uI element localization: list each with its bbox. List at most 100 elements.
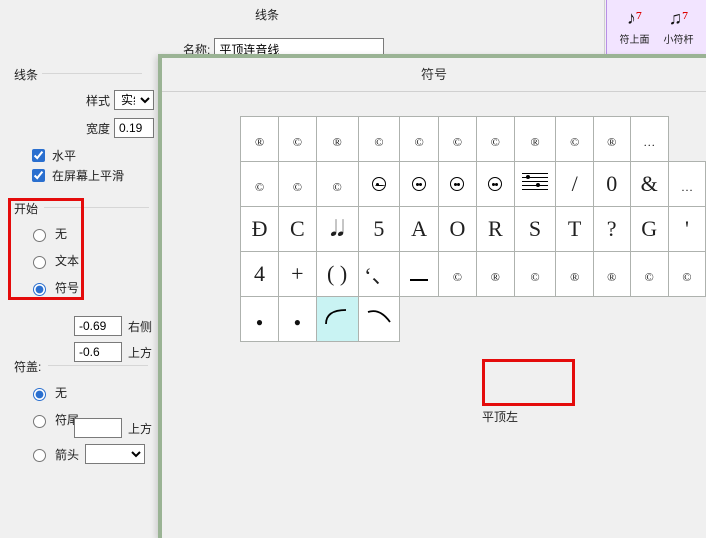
symbol-cell[interactable] <box>476 162 514 207</box>
cap-tail-radio[interactable]: 符尾 <box>28 411 79 428</box>
cap-arrow-input[interactable] <box>33 449 46 462</box>
cap-arrow-radio[interactable]: 箭头 <box>28 446 79 463</box>
cap-arrow-row: 箭头 <box>28 444 145 464</box>
smooth-checkbox[interactable]: 在屏幕上平滑 <box>28 166 124 185</box>
symbol-cell[interactable] <box>400 162 439 207</box>
style-select[interactable]: 实线 <box>114 90 154 110</box>
annotation-highlight <box>482 359 575 406</box>
symbol-cell[interactable] <box>316 297 358 342</box>
cap-group-title: 符盖: <box>14 360 41 374</box>
symbol-cell[interactable]: © <box>400 117 439 162</box>
symbol-cell[interactable]: ® <box>316 117 358 162</box>
symbol-cell <box>556 297 593 342</box>
symbol-cell[interactable]: / <box>556 162 593 207</box>
symbol-cell[interactable]: ( ) <box>316 252 358 297</box>
symbol-cell[interactable]: ● <box>241 297 279 342</box>
divider <box>44 207 149 208</box>
symbol-cell[interactable]: ® <box>514 117 556 162</box>
symbol-cell[interactable]: G <box>630 207 668 252</box>
cap-radios: 无 符尾 <box>28 378 79 438</box>
symbol-cell[interactable]: … <box>668 162 705 207</box>
symbol-cell[interactable]: ? <box>593 207 630 252</box>
toolbar-item-1[interactable]: ♪⁷ 符上面 <box>620 8 650 46</box>
cap-none-radio[interactable]: 无 <box>28 384 79 401</box>
symbol-cell[interactable]: © <box>241 162 279 207</box>
symbol-cell[interactable] <box>438 162 476 207</box>
symbol-cell[interactable]: C <box>279 207 317 252</box>
symbol-cell[interactable]: © <box>279 162 317 207</box>
symbol-cell[interactable]: ' <box>668 207 705 252</box>
symbol-cell[interactable]: Ð <box>241 207 279 252</box>
start-text-radio[interactable]: 文本 <box>28 252 79 269</box>
width-input[interactable] <box>114 118 154 138</box>
symbol-cell <box>668 297 705 342</box>
symbol-cell <box>630 297 668 342</box>
cap-tail-offset-row: 上方 <box>74 418 152 438</box>
symbol-cell[interactable]: © <box>556 117 593 162</box>
symbol-cell[interactable]: R <box>476 207 514 252</box>
offset-x-input[interactable] <box>74 316 122 336</box>
symbol-cell[interactable] <box>358 162 400 207</box>
symbol-cell[interactable]: © <box>476 117 514 162</box>
symbol-cell[interactable]: A <box>400 207 439 252</box>
symbol-cell[interactable]: ● <box>279 297 317 342</box>
start-symbol-radio[interactable]: 符号 <box>28 279 79 296</box>
symbol-cell[interactable]: 4 <box>241 252 279 297</box>
symbol-cell[interactable]: 𝅘𝅥𝅘𝅥 <box>316 207 358 252</box>
symbol-cell[interactable]: 5 <box>358 207 400 252</box>
symbol-cell[interactable]: O <box>438 207 476 252</box>
symbol-cell[interactable]: © <box>514 252 556 297</box>
symbol-cell[interactable] <box>400 252 439 297</box>
cap-arrow-select[interactable] <box>85 444 145 464</box>
symbol-cell[interactable]: & <box>630 162 668 207</box>
symbol-cell[interactable]: © <box>438 252 476 297</box>
symbol-cell[interactable]: © <box>358 117 400 162</box>
symbol-cell[interactable]: S <box>514 207 556 252</box>
symbol-cell <box>438 297 476 342</box>
start-none-radio[interactable]: 无 <box>28 225 79 242</box>
symbol-grid: ®©®©©©©®©®…©©©/0&…ÐC𝅘𝅥𝅘𝅥5AORST?G'4+( )ʻ、… <box>240 116 706 342</box>
offset-y-input[interactable] <box>74 342 122 362</box>
symbol-cell[interactable]: ® <box>556 252 593 297</box>
cap-tail-offset-input[interactable] <box>74 418 122 438</box>
symbol-cell[interactable]: ® <box>593 252 630 297</box>
symbol-cell <box>593 297 630 342</box>
horizontal-checkbox-input[interactable] <box>32 149 45 162</box>
smooth-checkbox-label: 在屏幕上平滑 <box>52 167 124 184</box>
start-text-input[interactable] <box>33 256 46 269</box>
symbol-cell[interactable]: T <box>556 207 593 252</box>
smooth-checkbox-input[interactable] <box>32 169 45 182</box>
beam-notes-icon: ♫⁷ <box>669 8 689 29</box>
symbol-cell[interactable]: ʻ、 <box>358 252 400 297</box>
symbol-cell[interactable]: ® <box>241 117 279 162</box>
symbol-cell[interactable]: ® <box>476 252 514 297</box>
line-group: 线条 <box>14 66 144 83</box>
symbol-cell[interactable]: © <box>630 252 668 297</box>
symbol-cell[interactable]: © <box>668 252 705 297</box>
symbol-cell[interactable]: … <box>630 117 668 162</box>
toolbar-item-1-label: 符上面 <box>620 31 650 46</box>
symbol-cell[interactable] <box>514 162 556 207</box>
cap-tail-input[interactable] <box>33 415 46 428</box>
cap-none-input[interactable] <box>33 388 46 401</box>
symbol-cell[interactable]: 0 <box>593 162 630 207</box>
symbol-dialog-title: 符号 <box>162 58 706 91</box>
toolbar-item-2-label: 小符杆 <box>664 31 694 46</box>
offset-x-suffix: 右侧 <box>128 318 152 335</box>
start-none-input[interactable] <box>33 229 46 242</box>
line-group-title: 线条 <box>14 68 38 82</box>
panel-title: 线条 <box>255 6 279 23</box>
horizontal-checkbox[interactable]: 水平 <box>28 146 76 165</box>
symbol-dialog: 符号 ®©®©©©©®©®…©©©/0&…ÐC𝅘𝅥𝅘𝅥5AORST?G'4+( … <box>158 54 706 538</box>
symbol-cell[interactable]: © <box>438 117 476 162</box>
symbol-cell[interactable]: © <box>279 117 317 162</box>
symbol-cell[interactable]: © <box>316 162 358 207</box>
style-label: 样式 <box>70 92 110 109</box>
start-symbol-input[interactable] <box>33 283 46 296</box>
cap-none-label: 无 <box>55 384 67 401</box>
symbol-cell[interactable] <box>358 297 400 342</box>
symbol-cell[interactable]: + <box>279 252 317 297</box>
toolbar-item-2[interactable]: ♫⁷ 小符杆 <box>664 8 694 46</box>
symbol-cell[interactable]: ® <box>593 117 630 162</box>
start-group: 开始 无 文本 符号 <box>14 200 79 306</box>
